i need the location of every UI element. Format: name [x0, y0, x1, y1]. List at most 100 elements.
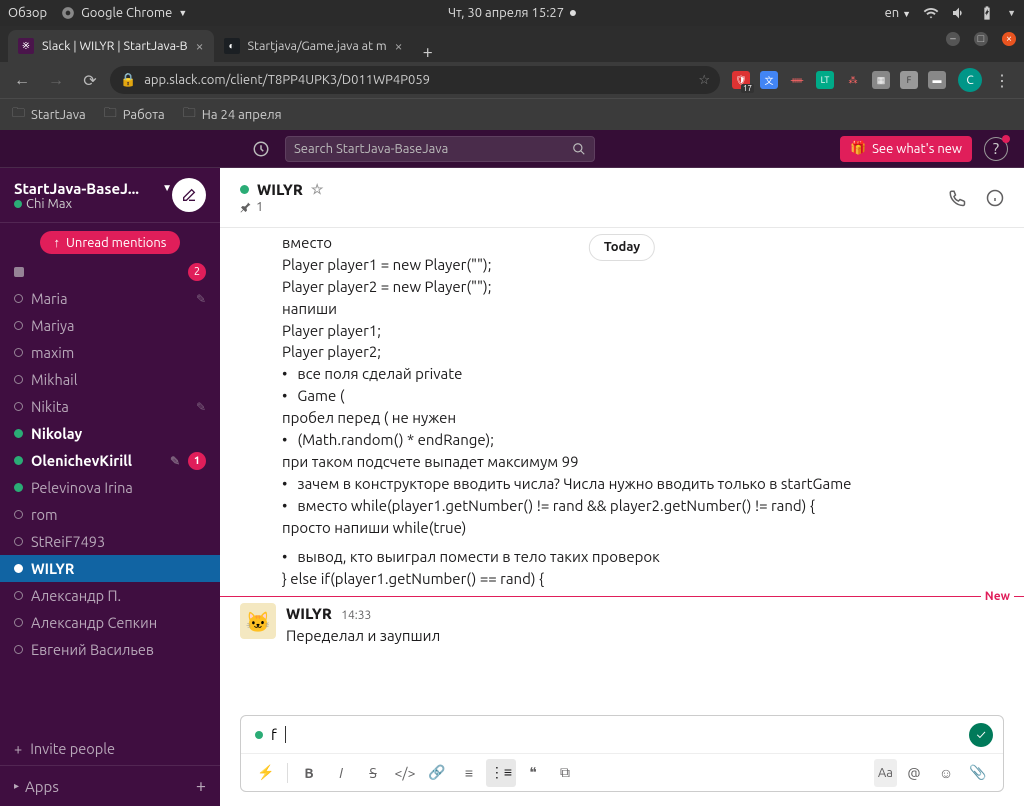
apps-section[interactable]: ▸ Apps +	[0, 765, 220, 806]
adblock-icon[interactable]: 🛡	[732, 71, 750, 89]
translate-icon[interactable]: 文	[760, 71, 778, 89]
add-app-button[interactable]: +	[196, 776, 206, 796]
author[interactable]: WILYR	[286, 605, 332, 622]
window-maximize-button[interactable]: □	[974, 32, 988, 46]
timestamp[interactable]: 14:33	[341, 609, 371, 622]
lang-indicator[interactable]: en ▼	[885, 6, 912, 20]
today-divider[interactable]: Today	[589, 234, 655, 261]
dm-name: Александр П.	[31, 587, 206, 604]
clock[interactable]: Чт, 30 апреля 15:27	[448, 6, 564, 20]
folder-icon: 🗀	[183, 104, 196, 126]
strike-button[interactable]: S	[358, 759, 388, 787]
workspace-header[interactable]: StartJava-BaseJ... ▼ Chi Max	[0, 168, 220, 223]
dm-item[interactable]: Mikhail	[0, 366, 220, 393]
window-minimize-button[interactable]: –	[946, 32, 960, 46]
volume-icon[interactable]	[951, 5, 967, 21]
reload-button[interactable]: ⟳	[76, 66, 104, 94]
bookmark-folder[interactable]: 🗀На 24 апреля	[183, 104, 282, 126]
dm-item[interactable]: Nikolay	[0, 420, 220, 447]
format-button[interactable]: Aa	[874, 759, 897, 787]
mention-button[interactable]: @	[899, 759, 929, 787]
chevron-down-icon: ▼	[162, 182, 172, 194]
ordered-list-button[interactable]: ≡	[454, 759, 484, 787]
dm-item[interactable]: Pelevinova Irina	[0, 474, 220, 501]
dm-item[interactable]: Евгений Васильев	[0, 636, 220, 663]
link-button[interactable]: 🔗	[422, 759, 452, 787]
dm-item[interactable]: 2	[0, 258, 220, 285]
chrome-menu-icon[interactable]: ⋮	[988, 71, 1016, 90]
system-menu-chevron-icon[interactable]: ▼	[1007, 8, 1016, 18]
close-icon[interactable]: ×	[395, 38, 403, 54]
back-button[interactable]: ←	[8, 66, 36, 94]
bold-button[interactable]: B	[294, 759, 324, 787]
dm-item[interactable]: StReiF7493	[0, 528, 220, 555]
arrow-up-icon: ↑	[54, 235, 61, 250]
history-icon[interactable]	[249, 137, 273, 161]
window-close-button[interactable]: ×	[1002, 32, 1016, 46]
tab-slack[interactable]: ※ Slack | WILYR | StartJava-B ×	[8, 30, 214, 62]
wifi-icon[interactable]	[923, 5, 939, 21]
ext-icon[interactable]: ᚔ	[788, 71, 806, 89]
compose-button[interactable]	[172, 178, 206, 212]
send-button[interactable]: ✓	[969, 723, 993, 747]
unread-mentions-button[interactable]: ↑ Unread mentions	[40, 231, 181, 254]
codeblock-button[interactable]: ⧉	[550, 759, 580, 787]
languagetool-icon[interactable]: LT	[816, 71, 834, 89]
info-icon[interactable]	[986, 189, 1004, 207]
presence-icon	[14, 591, 23, 600]
ext-icon[interactable]: ▦	[872, 71, 890, 89]
code-button[interactable]: </>	[390, 759, 420, 787]
star-icon[interactable]: ☆	[311, 181, 324, 198]
pin-icon	[240, 201, 252, 213]
dm-item[interactable]: Mariya	[0, 312, 220, 339]
current-user: Chi Max	[14, 197, 172, 211]
presence-icon	[14, 537, 23, 546]
bookmark-folder[interactable]: 🗀Работа	[104, 104, 165, 126]
messages: Today вместо Player player1 = new Player…	[220, 228, 1024, 711]
dm-item[interactable]: maxim	[0, 339, 220, 366]
message: 🐱 WILYR 14:33 Переделал и заупшил	[220, 597, 1024, 655]
whats-new-button[interactable]: 🎁 See what's new	[840, 136, 972, 162]
ext-icon[interactable]: F	[900, 71, 918, 89]
avatar[interactable]: 🐱	[240, 603, 276, 639]
dm-item[interactable]: Nikita✎	[0, 393, 220, 420]
italic-button[interactable]: I	[326, 759, 356, 787]
dm-item[interactable]: OlenichevKirill✎1	[0, 447, 220, 474]
presence-icon	[14, 429, 23, 438]
pin-count[interactable]: 1	[240, 200, 323, 214]
invite-people[interactable]: +Invite people	[0, 732, 220, 765]
dm-item[interactable]: rom	[0, 501, 220, 528]
composer-input[interactable]: f ✓	[241, 716, 1003, 753]
attach-button[interactable]: 📎	[963, 759, 993, 787]
presence-icon	[240, 185, 249, 194]
quote-button[interactable]: ❝	[518, 759, 548, 787]
new-tab-button[interactable]: +	[413, 42, 443, 62]
profile-avatar[interactable]: C	[958, 68, 982, 92]
ext-icon[interactable]: ▬	[928, 71, 946, 89]
help-button[interactable]: ?	[984, 137, 1008, 161]
bullet-list-button[interactable]: ⋮≡	[486, 759, 516, 787]
emoji-button[interactable]: ☺	[931, 759, 961, 787]
message-text: Переделал и заупшил	[286, 625, 440, 647]
ext-icon[interactable]: ⁂	[844, 71, 862, 89]
dm-item[interactable]: Александр Сепкин	[0, 609, 220, 636]
channel-title[interactable]: WILYR ☆	[240, 181, 323, 198]
bookmark-folder[interactable]: 🗀StartJava	[12, 104, 86, 126]
phone-icon[interactable]	[948, 189, 966, 207]
composer-toolbar: ⚡ B I S </> 🔗 ≡ ⋮≡ ❝ ⧉ Aa @ ☺ 📎	[241, 753, 1003, 791]
presence-icon	[14, 645, 23, 654]
omnibox[interactable]: 🔒 app.slack.com/client/T8PP4UPK3/D011WP4…	[110, 66, 720, 94]
tab-github[interactable]: ◐ Startjava/Game.java at m ×	[214, 30, 413, 62]
app-menu[interactable]: Google Chrome ▼	[61, 6, 187, 20]
dm-item[interactable]: WILYR	[0, 555, 220, 582]
close-icon[interactable]: ×	[196, 38, 204, 54]
sidebar: StartJava-BaseJ... ▼ Chi Max ↑ Unread me…	[0, 168, 220, 806]
lightning-icon[interactable]: ⚡	[251, 759, 281, 787]
battery-icon[interactable]	[979, 5, 995, 21]
dm-item[interactable]: Maria✎	[0, 285, 220, 312]
chrome-icon	[61, 6, 75, 20]
star-icon[interactable]: ☆	[698, 73, 710, 88]
overview-button[interactable]: Обзор	[8, 6, 47, 20]
search-input[interactable]: Search StartJava-BaseJava	[285, 136, 595, 162]
dm-item[interactable]: Александр П.	[0, 582, 220, 609]
